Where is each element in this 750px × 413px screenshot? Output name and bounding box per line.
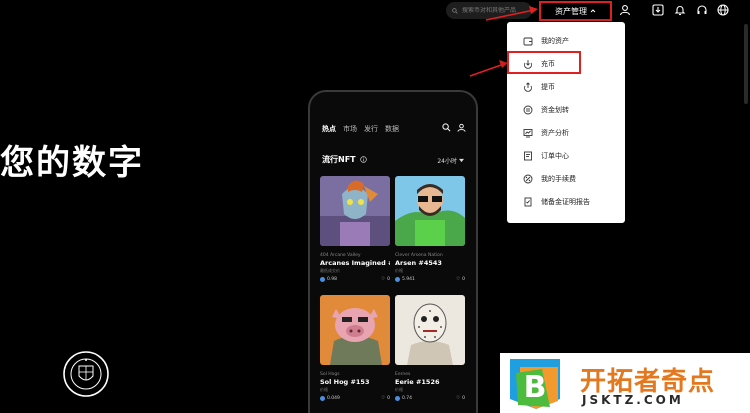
top-bar: 资产管理 xyxy=(0,0,750,22)
nft-card[interactable]: Clever Arsena Nation Arsen #4543 价格 5.94… xyxy=(395,176,465,282)
fee-icon xyxy=(523,174,533,184)
nft-price-label: 最低成交价 xyxy=(320,268,340,273)
withdraw-icon xyxy=(524,82,532,92)
watermark: B 开拓者奇点 JSKTZ.COM xyxy=(500,353,750,413)
globe-icon[interactable] xyxy=(717,4,729,16)
nft-image xyxy=(395,176,465,246)
phone-nav: 热点 市场 发行 数据 xyxy=(322,124,399,134)
section-header: 流行NFT xyxy=(322,154,367,165)
nft-price: 0.049 xyxy=(320,396,340,401)
nft-price-label: 价格 xyxy=(395,387,403,392)
nft-name: Arcanes Imagined #... xyxy=(320,259,390,267)
chevron-up-icon xyxy=(590,9,596,13)
reserve-report-icon xyxy=(524,197,532,207)
nft-image xyxy=(395,295,465,365)
phone-mockup: 热点 市场 发行 数据 流行NFT 24小时 404 Arcane Valley… xyxy=(308,90,478,413)
menu-item-reserve-report[interactable]: 储备金证明报告 xyxy=(507,192,625,212)
nft-card[interactable]: Sol Hogs Sol Hog #153 价格 0.049 ♡ 0 xyxy=(320,295,390,401)
nft-name: Arsen #4543 xyxy=(395,259,442,267)
currency-icon xyxy=(320,277,325,282)
asset-management-label: 资产管理 xyxy=(555,6,587,16)
heart-icon: ♡ xyxy=(456,396,461,401)
nft-card[interactable]: Eernes Eerie #1526 价格 0.74 ♡ 0 xyxy=(395,295,465,401)
heart-icon: ♡ xyxy=(381,396,386,401)
nft-image xyxy=(320,295,390,365)
nft-card[interactable]: 404 Arcane Valley Arcanes Imagined #... … xyxy=(320,176,390,282)
nft-collection: 404 Arcane Valley xyxy=(320,253,361,258)
deposit-highlight-box xyxy=(507,51,581,74)
phone-tab-hot[interactable]: 热点 xyxy=(322,124,336,134)
time-filter-label: 24小时 xyxy=(437,158,457,165)
heart-icon: ♡ xyxy=(381,277,386,282)
nft-price: 5.941 xyxy=(395,277,415,282)
user-icon[interactable] xyxy=(619,4,631,16)
headset-icon[interactable] xyxy=(696,4,708,16)
menu-item-my-assets[interactable]: 我的资产 xyxy=(507,31,625,51)
annotation-arrow-icon xyxy=(485,6,538,21)
search-icon[interactable] xyxy=(442,123,451,132)
nft-collection: Clever Arsena Nation xyxy=(395,253,443,258)
phone-header-icons xyxy=(442,123,466,132)
orders-icon xyxy=(524,151,532,161)
search-icon xyxy=(452,7,458,14)
hero-title: 您的数字 xyxy=(0,143,144,183)
nft-price: 0.74 xyxy=(395,396,412,401)
analytics-icon xyxy=(523,129,533,138)
nft-price: 0.98 xyxy=(320,277,337,282)
time-filter-dropdown[interactable]: 24小时 xyxy=(437,156,464,165)
phone-tab-market[interactable]: 市场 xyxy=(343,124,357,134)
wallet-icon xyxy=(523,37,533,46)
nft-name: Sol Hog #153 xyxy=(320,378,370,386)
user-icon[interactable] xyxy=(457,123,466,132)
download-icon[interactable] xyxy=(652,4,664,16)
svg-text:B: B xyxy=(524,370,547,405)
phone-tab-data[interactable]: 数据 xyxy=(385,124,399,134)
currency-icon xyxy=(395,277,400,282)
annotation-arrow-icon xyxy=(469,60,508,77)
currency-icon xyxy=(320,396,325,401)
watermark-logo: B xyxy=(510,359,560,409)
heart-icon: ♡ xyxy=(456,277,461,282)
menu-item-asset-analysis[interactable]: 资产分析 xyxy=(507,123,625,143)
nft-price-label: 价格 xyxy=(320,387,328,392)
bell-icon[interactable] xyxy=(674,4,686,16)
menu-item-my-fees[interactable]: 我的手续费 xyxy=(507,169,625,189)
scrollbar[interactable] xyxy=(744,24,748,104)
watermark-url: JSKTZ.COM xyxy=(582,393,684,407)
caret-down-icon xyxy=(459,158,464,163)
menu-item-order-center[interactable]: 订单中心 xyxy=(507,146,625,166)
section-title: 流行NFT xyxy=(322,155,356,164)
nft-likes[interactable]: ♡ 0 xyxy=(456,277,465,282)
nft-collection: Sol Hogs xyxy=(320,372,340,377)
menu-item-transfer[interactable]: 资金划转 xyxy=(507,100,625,120)
phone-tab-launch[interactable]: 发行 xyxy=(364,124,378,134)
nft-image xyxy=(320,176,390,246)
nft-likes[interactable]: ♡ 0 xyxy=(381,277,390,282)
transfer-icon xyxy=(523,105,533,115)
manchester-city-logo xyxy=(63,351,109,397)
menu-item-withdraw[interactable]: 提币 xyxy=(507,77,625,97)
nft-price-label: 价格 xyxy=(395,268,403,273)
nft-name: Eerie #1526 xyxy=(395,378,440,386)
nft-collection: Eernes xyxy=(395,372,411,377)
info-icon[interactable] xyxy=(359,156,367,163)
nft-likes[interactable]: ♡ 0 xyxy=(456,396,465,401)
asset-management-menu-button[interactable]: 资产管理 xyxy=(539,1,612,21)
nft-likes[interactable]: ♡ 0 xyxy=(381,396,390,401)
currency-icon xyxy=(395,396,400,401)
